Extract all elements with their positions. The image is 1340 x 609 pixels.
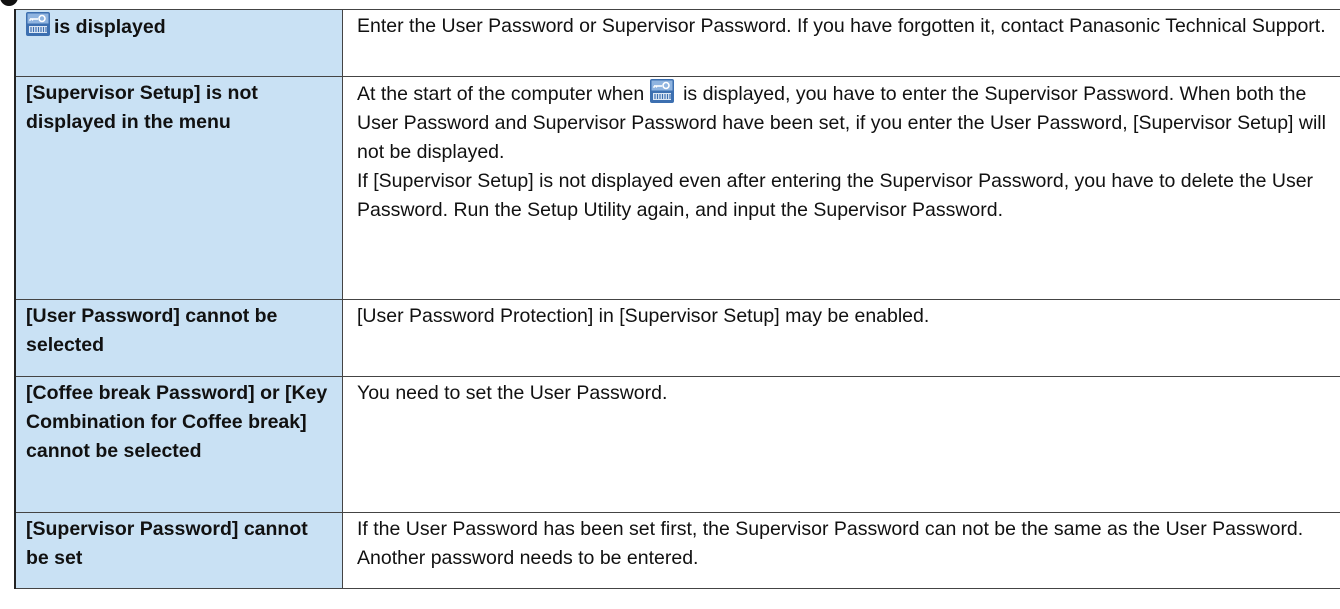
solution-cell: If the User Password has been set first,… <box>342 512 1340 589</box>
table-row: [Supervisor Password] cannot be set If t… <box>14 512 1340 589</box>
solution-text-prefix: At the start of the computer when <box>357 83 645 105</box>
problem-cell: is displayed <box>14 9 343 77</box>
solution-text: [User Password Protection] in [Superviso… <box>357 305 930 327</box>
problem-cell: [User Password] cannot be selected <box>14 299 343 377</box>
problem-text: [Coffee break Password] or [Key Combinat… <box>26 382 328 462</box>
solution-cell: [User Password Protection] in [Superviso… <box>342 299 1340 377</box>
problem-text: is displayed <box>54 16 166 38</box>
table-row: [Supervisor Setup] is not displayed in t… <box>14 76 1340 300</box>
solution-text-extra: If [Supervisor Setup] is not displayed e… <box>357 170 1314 221</box>
table-row: [Coffee break Password] or [Key Combinat… <box>14 376 1340 513</box>
table-row: [User Password] cannot be selected [User… <box>14 299 1340 377</box>
password-key-icon <box>649 79 674 103</box>
table-row: is displayed Enter the User Password or … <box>14 9 1340 77</box>
solution-text: You need to set the User Password. <box>357 382 668 404</box>
problem-text: [Supervisor Password] cannot be set <box>26 518 308 569</box>
solution-cell: At the start of the computer when is dis… <box>342 76 1340 300</box>
problem-text: [Supervisor Setup] is not displayed in t… <box>26 82 258 133</box>
troubleshooting-table: is displayed Enter the User Password or … <box>14 9 1340 589</box>
password-key-icon <box>26 12 50 36</box>
problem-text: [User Password] cannot be selected <box>26 305 278 356</box>
solution-text: Enter the User Password or Supervisor Pa… <box>357 15 1326 37</box>
solution-cell: You need to set the User Password. <box>342 376 1340 513</box>
solution-text: If the User Password has been set first,… <box>357 518 1304 569</box>
solution-cell: Enter the User Password or Supervisor Pa… <box>342 9 1340 77</box>
problem-cell: [Supervisor Password] cannot be set <box>14 512 343 589</box>
problem-cell: [Coffee break Password] or [Key Combinat… <box>14 376 343 513</box>
section-bullet-icon <box>0 0 18 6</box>
problem-cell: [Supervisor Setup] is not displayed in t… <box>14 76 343 300</box>
solution-text: At the start of the computer when is dis… <box>357 79 1330 167</box>
